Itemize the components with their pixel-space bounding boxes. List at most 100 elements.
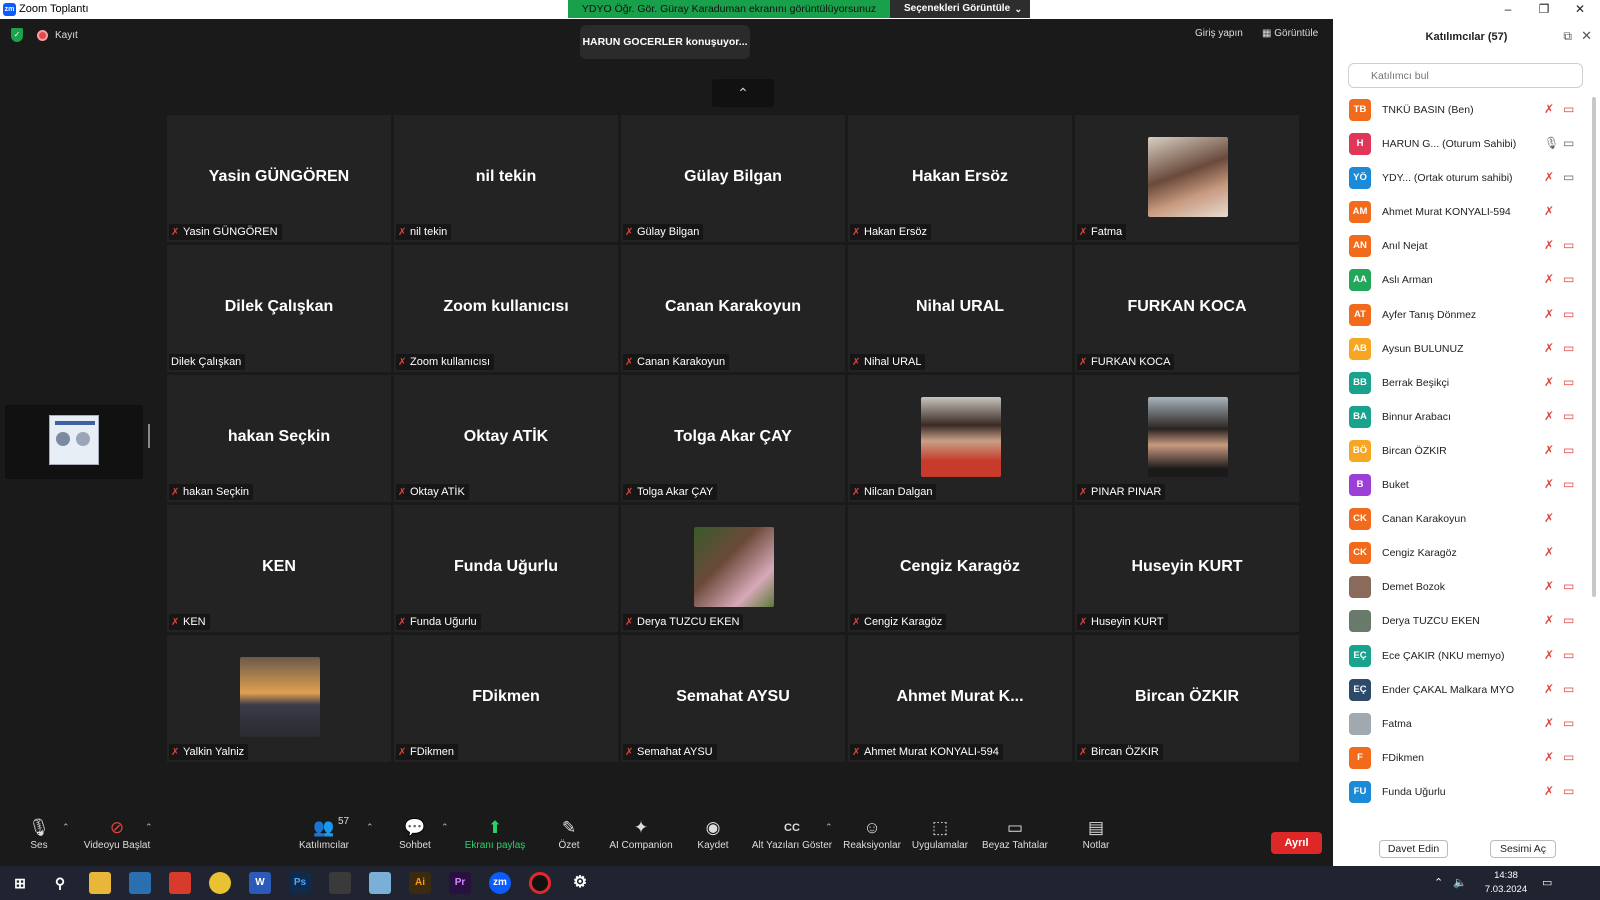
participant-row[interactable]: CK Cengiz Karagöz ✗: [1333, 536, 1595, 570]
video-tile[interactable]: KEN ✗ KEN: [167, 505, 391, 632]
photoshop-icon[interactable]: Ps: [289, 872, 311, 894]
participant-row[interactable]: BA Binnur Arabacı ✗ ▭: [1333, 400, 1595, 434]
file-explorer-icon[interactable]: [89, 872, 111, 894]
resize-handle[interactable]: [148, 424, 150, 448]
tile-display-name: Ahmet Murat K...: [896, 687, 1024, 705]
participant-row[interactable]: AB Aysun BULUNUZ ✗ ▭: [1333, 332, 1595, 366]
illustrator-icon[interactable]: Ai: [409, 872, 431, 894]
invite-button[interactable]: Davet Edin: [1379, 840, 1448, 858]
premiere-icon[interactable]: Pr: [449, 872, 471, 894]
participant-row[interactable]: TB TNKÜ BASIN (Ben) ✗ ▭: [1333, 93, 1595, 127]
video-tile[interactable]: Hakan Ersöz ✗ Hakan Ersöz: [848, 115, 1072, 242]
chat-options-caret[interactable]: ⌃: [441, 822, 449, 833]
unmute-me-button[interactable]: Sesimi Aç: [1490, 840, 1556, 858]
participant-row[interactable]: Demet Bozok ✗ ▭: [1333, 570, 1595, 604]
title-bar: zm Zoom Toplantı YDYO Öğr. Gör. Güray Ka…: [0, 0, 1600, 19]
video-tile[interactable]: Zoom kullanıcısı ✗ Zoom kullanıcısı: [394, 245, 618, 372]
word-icon[interactable]: W: [249, 872, 271, 894]
participant-row[interactable]: AA Aslı Arman ✗ ▭: [1333, 263, 1595, 297]
video-tile[interactable]: Ahmet Murat K... ✗ Ahmet Murat KONYALI-594: [848, 635, 1072, 762]
acrobat-icon[interactable]: [169, 872, 191, 894]
audio-options-caret[interactable]: ⌃: [62, 822, 70, 833]
view-button[interactable]: ▦ Görüntüle: [1262, 28, 1318, 39]
leave-button[interactable]: Ayrıl: [1271, 832, 1322, 854]
camera-off-icon: ▭: [1563, 477, 1575, 492]
zoom-taskbar-icon[interactable]: zm: [489, 872, 511, 894]
video-tile[interactable]: Oktay ATİK ✗ Oktay ATİK: [394, 375, 618, 502]
participant-row[interactable]: BB Berrak Beşikçi ✗ ▭: [1333, 366, 1595, 400]
monitor-app-icon[interactable]: [129, 872, 151, 894]
record-app-icon[interactable]: [529, 872, 551, 894]
participant-row[interactable]: EÇ Ender ÇAKAL Malkara MYO ✗ ▭: [1333, 673, 1595, 707]
participant-row[interactable]: YÖ YDY... (Ortak oturum sahibi) ✗ ▭: [1333, 161, 1595, 195]
video-tile[interactable]: Dilek Çalışkan Dilek Çalışkan: [167, 245, 391, 372]
video-tile[interactable]: Bircan ÖZKIR ✗ Bircan ÖZKIR: [1075, 635, 1299, 762]
minimize-button[interactable]: –: [1490, 0, 1526, 19]
video-tile[interactable]: Gülay Bilgan ✗ Gülay Bilgan: [621, 115, 845, 242]
close-button[interactable]: ✕: [1562, 0, 1598, 19]
tile-label: KEN: [183, 616, 206, 628]
participant-row[interactable]: CK Canan Karakoyun ✗: [1333, 502, 1595, 536]
notifications-icon[interactable]: ▭: [1542, 876, 1552, 889]
video-tile[interactable]: ✗ Yalkin Yalniz: [167, 635, 391, 762]
video-tile[interactable]: ✗ Derya TUZCU EKEN: [621, 505, 845, 632]
participant-row[interactable]: AT Ayfer Tanış Dönmez ✗ ▭: [1333, 298, 1595, 332]
video-tile[interactable]: ✗ Fatma: [1075, 115, 1299, 242]
video-tile[interactable]: Tolga Akar ÇAY ✗ Tolga Akar ÇAY: [621, 375, 845, 502]
view-options-button[interactable]: Seçenekleri Görüntüle ⌄: [890, 0, 1030, 18]
participant-row[interactable]: Derya TUZCU EKEN ✗ ▭: [1333, 604, 1595, 638]
participant-row[interactable]: FU Funda Uğurlu ✗ ▭: [1333, 775, 1595, 808]
video-tile[interactable]: FDikmen ✗ FDikmen: [394, 635, 618, 762]
collapse-strip-button[interactable]: ⌃: [712, 79, 774, 107]
video-tile[interactable]: Cengiz Karagöz ✗ Cengiz Karagöz: [848, 505, 1072, 632]
security-shield-icon[interactable]: ✓: [11, 28, 23, 42]
video-tile[interactable]: Semahat AYSU ✗ Semahat AYSU: [621, 635, 845, 762]
record-button[interactable]: ◉ Kaydet: [668, 816, 758, 851]
participant-row[interactable]: BÖ Bircan ÖZKIR ✗ ▭: [1333, 434, 1595, 468]
notes-button[interactable]: ▤ Notlar: [1051, 816, 1141, 851]
participant-row[interactable]: F FDikmen ✗ ▭: [1333, 741, 1595, 775]
participant-row[interactable]: B Buket ✗ ▭: [1333, 468, 1595, 502]
video-tile[interactable]: Yasin GÜNGÖREN ✗ Yasin GÜNGÖREN: [167, 115, 391, 242]
video-tile[interactable]: Funda Uğurlu ✗ Funda Uğurlu: [394, 505, 618, 632]
participant-row[interactable]: H HARUN G... (Oturum Sahibi) 🎙 ▭: [1333, 127, 1595, 161]
participant-list-scrollbar[interactable]: [1592, 97, 1596, 597]
video-tile[interactable]: Huseyin KURT ✗ Huseyin KURT: [1075, 505, 1299, 632]
camera-icon: ▭: [1563, 136, 1575, 151]
volume-icon[interactable]: 🔈: [1453, 876, 1467, 889]
video-tile[interactable]: Canan Karakoyun ✗ Canan Karakoyun: [621, 245, 845, 372]
participants-button[interactable]: 👥 Katılımcılar: [279, 816, 369, 851]
restore-button[interactable]: ❐: [1526, 0, 1562, 19]
shared-screen-thumbnail[interactable]: [5, 405, 143, 479]
search-taskbar-icon[interactable]: ⚲: [49, 872, 71, 894]
captions-button[interactable]: CC Alt Yazıları Göster: [747, 816, 837, 851]
close-panel-icon[interactable]: ✕: [1581, 28, 1592, 44]
sign-in-link[interactable]: Giriş yapın: [1195, 28, 1243, 39]
chrome-icon[interactable]: [209, 872, 231, 894]
movie-app-icon[interactable]: [329, 872, 351, 894]
participant-search-input[interactable]: [1348, 63, 1583, 88]
video-tile[interactable]: ✗ PINAR PINAR: [1075, 375, 1299, 502]
participant-row[interactable]: Fatma ✗ ▭: [1333, 707, 1595, 741]
participant-row[interactable]: AM Ahmet Murat KONYALI-594 ✗: [1333, 195, 1595, 229]
participant-row[interactable]: EÇ Ece ÇAKIR (NKU memyo) ✗ ▭: [1333, 639, 1595, 673]
participant-name: Binnur Arabacı: [1382, 410, 1451, 423]
notepad-app-icon[interactable]: [369, 872, 391, 894]
popout-icon[interactable]: ⧉: [1563, 29, 1572, 44]
video-options-caret[interactable]: ⌃: [145, 822, 153, 833]
settings-gear-icon[interactable]: ⚙: [569, 872, 591, 894]
view-button-label: Görüntüle: [1274, 28, 1319, 39]
tray-chevron-icon[interactable]: ⌃: [1434, 876, 1443, 889]
active-speaker-banner: HARUN GOCERLER konuşuyor...: [580, 25, 750, 59]
participant-name: Canan Karakoyun: [1382, 513, 1467, 526]
video-tile[interactable]: nil tekin ✗ nil tekin: [394, 115, 618, 242]
taskbar-clock[interactable]: 14:38 7.03.2024: [1476, 869, 1536, 897]
video-tile[interactable]: ✗ Nilcan Dalgan: [848, 375, 1072, 502]
camera-off-icon: ▭: [1563, 102, 1575, 116]
video-tile[interactable]: FURKAN KOCA ✗ FURKAN KOCA: [1075, 245, 1299, 372]
windows-start-icon[interactable]: ⊞: [9, 872, 31, 894]
video-tile[interactable]: hakan Seçkin ✗ hakan Seçkin: [167, 375, 391, 502]
participant-row[interactable]: AN Anıl Nejat ✗ ▭: [1333, 229, 1595, 263]
video-tile[interactable]: Nihal URAL ✗ Nihal URAL: [848, 245, 1072, 372]
whiteboards-button[interactable]: ▭ Beyaz Tahtalar: [970, 816, 1060, 851]
